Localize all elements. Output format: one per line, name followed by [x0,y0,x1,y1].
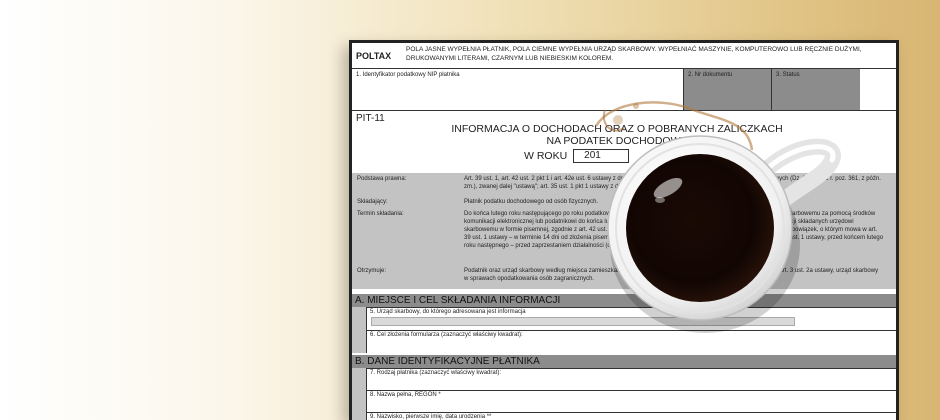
tax-office-label: 5. Urząd skarbowy, do którego adresowana… [370,309,526,315]
full-name-label: 8. Nazwa pełna, REGON * [370,392,441,398]
full-name-field[interactable]: 8. Nazwa pełna, REGON * [366,390,896,412]
payer-type-label: 7. Rodzaj płatnika (zaznaczyć właściwy k… [370,370,502,376]
year-row: W ROKU 201 [524,149,630,163]
header-blank [860,69,896,110]
basis-text: Art. 39 ust. 1, art. 42 ust. 2 pkt 1 i a… [464,176,881,190]
legal-info-block: Podstawa prawna: Art. 39 ust. 1, art. 42… [352,173,896,289]
purpose-label: 6. Cel złożenia formularza (zaznaczyć wł… [370,332,523,338]
payer-type-field[interactable]: 7. Rodzaj płatnika (zaznaczyć właściwy k… [366,368,896,390]
filer-label: Składający: [357,199,388,205]
form-title-line1: INFORMACJA O DOCHODACH ORAZ O POBRANYCH … [451,123,783,135]
person-name-field[interactable]: 9. Nazwisko, pierwsze imię, data urodzen… [366,412,896,420]
recipient-text: Podatnik oraz urząd skarbowy według miej… [464,268,879,282]
recipient-label: Otrzymuje: [357,268,387,274]
pit11-form: POLTAX POLA JASNE WYPEŁNIA PŁATNIK, POLA… [349,40,899,420]
poltax-brand: POLTAX [356,51,392,61]
deadline-text: Do końca lutego roku następującego po ro… [464,211,884,249]
nip-field[interactable]: 1. Identyfikator podatkowy NIP płatnika [352,69,684,110]
section-a-margin [352,307,366,353]
identifier-row: 1. Identyfikator podatkowy NIP płatnika … [352,69,896,111]
fill-instructions: POLA JASNE WYPEŁNIA PŁATNIK, POLA CIEMNE… [406,46,862,62]
document-number-field: 2. Nr dokumentu [684,69,772,110]
basis-label: Podstawa prawna: [357,176,407,182]
year-label: W ROKU [524,150,568,162]
person-name-label: 9. Nazwisko, pierwsze imię, data urodzen… [370,414,492,420]
section-a-heading: A. MIEJSCE I CEL SKŁADANIA INFORMACJI [352,294,896,307]
tax-office-field[interactable]: 5. Urząd skarbowy, do którego adresowana… [366,307,896,330]
form-code: PIT-11 [356,113,385,124]
status-field: 3. Status [772,69,860,110]
filer-text: Płatnik podatku dochodowego od osób fizy… [464,199,599,205]
purpose-field[interactable]: 6. Cel złożenia formularza (zaznaczyć wł… [366,330,896,353]
form-title-line2: NA PODATEK DOCHODOWY [546,135,688,147]
tax-office-input[interactable] [371,317,795,326]
deadline-label: Termin składania: [357,211,404,217]
form-header: POLTAX POLA JASNE WYPEŁNIA PŁATNIK, POLA… [352,43,896,69]
title-block: PIT-11 INFORMACJA O DOCHODACH ORAZ O POB… [352,111,896,169]
section-b-margin [352,368,366,420]
section-b-heading: B. DANE IDENTYFIKACYJNE PŁATNIKA [352,355,896,368]
year-field[interactable]: 201 [573,149,630,163]
